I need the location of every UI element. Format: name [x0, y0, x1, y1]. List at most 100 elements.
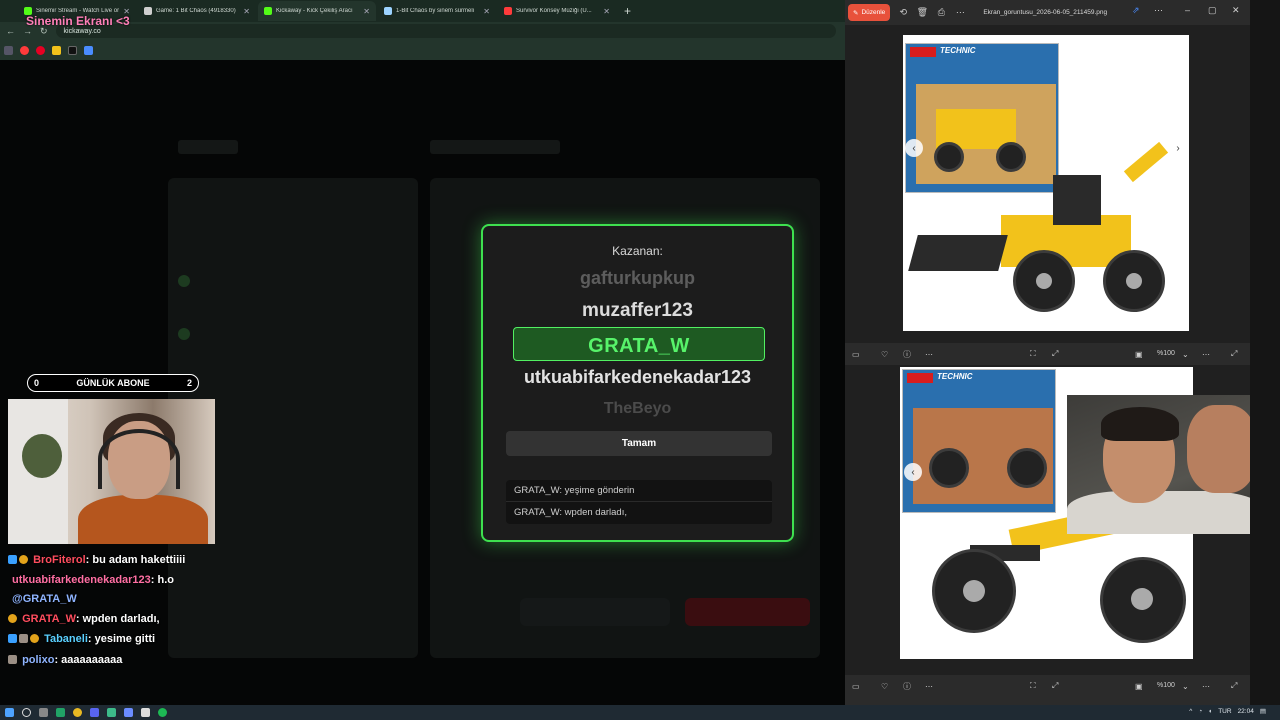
discord-icon[interactable] — [90, 708, 99, 717]
ok-button[interactable]: Tamam — [506, 431, 772, 456]
close-icon[interactable]: ✕ — [603, 7, 610, 16]
favorite-icon[interactable]: ♡ — [881, 682, 888, 691]
youtube-bookmark-icon[interactable] — [20, 45, 29, 55]
close-icon[interactable]: ✕ — [243, 7, 250, 16]
tiktok-bookmark-icon[interactable] — [68, 45, 77, 55]
obs-icon[interactable] — [124, 708, 133, 717]
back-icon[interactable]: ← — [6, 26, 15, 36]
edit-button[interactable]: ✎ Düzenle — [848, 4, 891, 21]
more-icon[interactable]: ⋯ — [954, 7, 966, 18]
search-icon[interactable] — [22, 708, 31, 717]
chrome-icon[interactable] — [73, 708, 82, 717]
taskview-icon[interactable] — [39, 708, 48, 717]
sub-count-left: 0 — [34, 378, 40, 388]
chat-message: GRATA_W: wpden darladı, — [8, 609, 238, 630]
yellow-bookmark-icon[interactable] — [52, 45, 61, 55]
next-image-icon[interactable]: › — [1169, 139, 1187, 157]
fullscreen-icon[interactable]: ⤢ — [1231, 681, 1237, 691]
filmstrip-icon[interactable]: ▭ — [852, 682, 860, 691]
tab-survivor[interactable]: Survivor Konsey Müziği (U... ✕ — [498, 1, 616, 21]
moderator-badge-icon — [19, 634, 28, 643]
gift-badge-icon — [8, 613, 17, 623]
url-text: kickaway.co — [63, 27, 101, 35]
lego-logo — [910, 47, 936, 57]
minimize-icon[interactable]: – — [1185, 5, 1190, 15]
more-icon[interactable]: ⋯ — [1154, 5, 1163, 16]
start-icon[interactable] — [5, 708, 14, 717]
chevron-down-icon[interactable]: ⌄ — [1182, 682, 1189, 691]
loader-wheel — [1103, 250, 1165, 312]
stream-chat: BroFiterol: bu adam hakettiiii utkuabifa… — [8, 550, 238, 670]
share-icon[interactable]: ⇗ — [1132, 5, 1140, 16]
excel-icon[interactable] — [56, 708, 65, 717]
chat-message: polixo: aaaaaaaaaa — [8, 650, 238, 671]
roulette-name: utkuabifarkedenekadar123 — [523, 367, 752, 387]
more-icon[interactable]: ⋯ — [1202, 350, 1210, 359]
close-icon[interactable]: ✕ — [363, 7, 370, 16]
tab-1bit-chaos[interactable]: 1-Bit Chaos by sinem sürmeli ✕ — [378, 1, 496, 21]
prev-image-icon[interactable]: ‹ — [904, 463, 922, 481]
edit-label: Düzenle — [861, 9, 886, 16]
webcam-person-arm — [1187, 405, 1257, 493]
more-icon[interactable]: ⋯ — [925, 350, 933, 359]
language-indicator[interactable]: TUR — [1218, 708, 1231, 715]
chevron-down-icon[interactable]: ⌄ — [1182, 350, 1189, 359]
expand-icon[interactable]: ⤢ — [1052, 681, 1058, 691]
filmstrip-icon[interactable]: ▭ — [852, 350, 860, 359]
app-icon[interactable] — [107, 708, 116, 717]
loader-arm — [1123, 141, 1169, 183]
pinterest-bookmark-icon[interactable] — [36, 45, 45, 55]
info-icon[interactable]: ⓘ — [903, 681, 911, 692]
tab-game[interactable]: Game: 1 Bit Chaos (4918330) ✕ — [138, 1, 256, 21]
streamer-webcam — [8, 399, 215, 544]
box-wheel — [996, 142, 1026, 172]
apps-icon[interactable] — [4, 45, 13, 55]
box-wheel — [929, 448, 969, 488]
zoom-level[interactable]: %100 — [1157, 350, 1175, 357]
desktop-edge — [1250, 0, 1280, 705]
moderator-badge-icon — [8, 654, 17, 664]
expand-icon[interactable]: ⤢ — [1052, 349, 1058, 359]
chat-message: Tabaneli: yesime gitti — [8, 629, 238, 650]
box-brand-text: TECHNIC — [940, 46, 976, 55]
product-box: TECHNIC — [905, 43, 1059, 193]
notification-icon[interactable]: ▤ — [1260, 707, 1266, 715]
winner-message: GRATA_W: wpden darladı, — [506, 501, 772, 522]
rotate-icon[interactable]: ⟲ — [897, 7, 909, 18]
fit-icon[interactable]: ▣ — [1135, 350, 1143, 359]
wheel-hub — [1126, 273, 1142, 289]
spotify-icon[interactable] — [158, 708, 167, 717]
wifi-icon[interactable]: ◔ — [1198, 708, 1202, 715]
address-bar[interactable]: kickaway.co — [55, 24, 836, 38]
zoom-level[interactable]: %100 — [1157, 682, 1175, 689]
roulette-name: gafturkupkup — [580, 268, 695, 288]
crop-icon[interactable]: ⛶ — [1030, 349, 1036, 359]
chevron-up-icon[interactable]: ^ — [1189, 708, 1192, 715]
favorite-icon[interactable]: ♡ — [881, 350, 888, 359]
chat-mention: @GRATA_W — [8, 590, 238, 609]
prev-image-icon[interactable]: ‹ — [905, 139, 923, 157]
crop-icon[interactable]: ⛶ — [1030, 681, 1036, 691]
bike-wheel — [932, 549, 1016, 633]
clock[interactable]: 22:04 — [1238, 708, 1254, 715]
maximize-icon[interactable]: ▢ — [1208, 5, 1217, 16]
more-icon[interactable]: ⋯ — [925, 682, 933, 691]
close-icon[interactable]: ✕ — [1232, 5, 1240, 16]
windows-taskbar: ^ ◔ ◖ TUR 22:04 ▤ — [0, 705, 1280, 720]
info-icon[interactable]: ⓘ — [903, 349, 911, 360]
photos-icon[interactable] — [141, 708, 150, 717]
fullscreen-icon[interactable]: ⤢ — [1231, 349, 1237, 359]
bike-wheel — [1100, 557, 1186, 643]
winner-label: Kazanan: — [612, 244, 663, 258]
chat-text: : yesime gitti — [87, 633, 156, 645]
print-icon[interactable]: ⎙ — [935, 7, 947, 18]
delete-icon[interactable]: 🗑 — [916, 7, 928, 18]
tab-kickaway[interactable]: Kickaway - Kick Çekiliş Aracı ✕ — [258, 1, 376, 21]
volume-icon[interactable]: ◖ — [1208, 708, 1212, 715]
fit-icon[interactable]: ▣ — [1135, 682, 1143, 691]
close-icon[interactable]: ✕ — [483, 7, 490, 16]
winner-name: GRATA_W — [588, 335, 690, 357]
new-tab-icon[interactable]: + — [618, 4, 637, 18]
more-icon[interactable]: ⋯ — [1202, 682, 1210, 691]
sparkle-bookmark-icon[interactable] — [84, 45, 93, 55]
